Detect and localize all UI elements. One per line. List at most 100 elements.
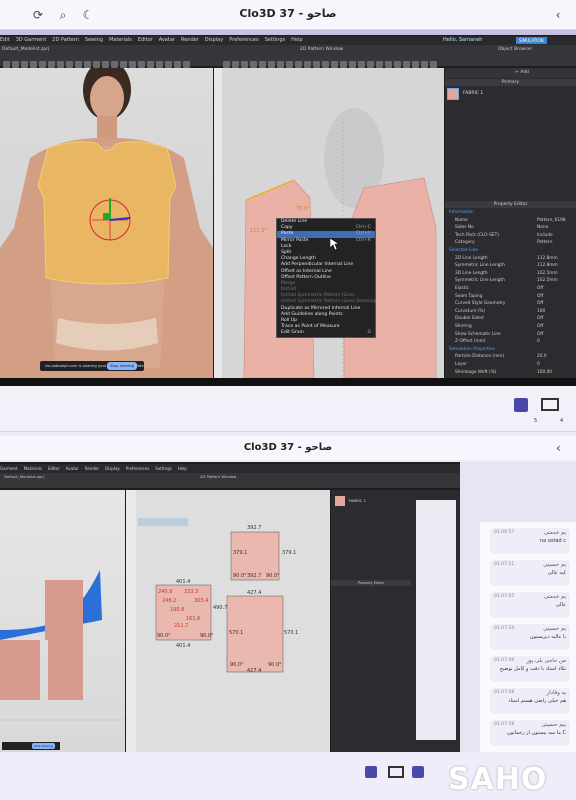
context-item-18[interactable]: Edit Grain G bbox=[277, 330, 375, 336]
property-value: 102.5mm bbox=[537, 278, 558, 284]
dim-top-small-e: 90.0° bbox=[233, 573, 247, 579]
menu-item-11[interactable]: Help bbox=[291, 37, 302, 43]
property-row[interactable]: Seam Taping Off bbox=[445, 293, 576, 300]
chevron-left-icon[interactable]: ‹ bbox=[556, 441, 561, 455]
2d-pattern-window[interactable]: 70.0° 111.3° Delete Line Copy Ctrl+C Paste C… bbox=[214, 68, 444, 378]
property-row[interactable]: Particle Distance (mm) 20.0 bbox=[445, 353, 576, 360]
stop-sharing-button-small[interactable]: Stop sharing bbox=[32, 743, 55, 749]
menu-item-small-3[interactable]: Avatar bbox=[66, 466, 79, 471]
property-row[interactable]: Category Pattern bbox=[445, 239, 576, 246]
menu-item-10[interactable]: Settings bbox=[265, 37, 286, 43]
dim-left-h: 161.6 bbox=[186, 616, 201, 622]
share-banner-small: Stop sharing bbox=[2, 742, 60, 750]
dim-left-a: 401.4 bbox=[176, 579, 191, 585]
menu-item-small-8[interactable]: Help bbox=[178, 466, 187, 471]
fabric-item-small[interactable]: FABRIC 1 bbox=[349, 498, 366, 503]
chat-sender: یم حسینی bbox=[543, 626, 566, 632]
menu-item-7[interactable]: Render bbox=[181, 37, 199, 43]
chat-sender: یم حسینی bbox=[543, 562, 566, 568]
taskbar-count-a: 5 bbox=[534, 418, 538, 424]
property-key: Symmetric Line Length bbox=[455, 278, 505, 284]
chat-message: من حاجی بلی پور 01:07:06 نکاد استاد با دقت… bbox=[490, 656, 570, 682]
pattern-window-title-small: 2D Pattern Window bbox=[200, 474, 237, 479]
fabric-item[interactable]: FABRIC 1 bbox=[463, 91, 483, 96]
meeting-taskbar: 5 4 bbox=[0, 386, 576, 432]
property-row[interactable]: Curved Style Geometry Off bbox=[445, 300, 576, 307]
property-row[interactable]: 3D Line Length 102.5mm bbox=[445, 270, 576, 277]
chevron-left-icon[interactable]: ‹ bbox=[550, 7, 566, 23]
menu-item-small-2[interactable]: Editor bbox=[48, 466, 60, 471]
property-key: Information bbox=[449, 210, 474, 215]
context-menu[interactable]: Delete Line Copy Ctrl+C Paste Ctrl+V Mirror P… bbox=[276, 218, 376, 338]
property-row[interactable]: Name Pattern_6198 bbox=[445, 217, 576, 224]
chat-sender: یم خدمتی bbox=[544, 530, 566, 536]
menu-item-2[interactable]: 2D Pattern bbox=[52, 37, 79, 43]
add-button[interactable]: + Add bbox=[445, 68, 576, 78]
app-logo-icon[interactable] bbox=[514, 398, 528, 412]
property-row[interactable]: Show Schematic Line Off bbox=[445, 331, 576, 338]
menu-item-5[interactable]: Editor bbox=[138, 37, 153, 43]
property-row[interactable]: Shrinkage Weft (%) 100.00 bbox=[445, 369, 576, 376]
dim-br-f: 90.0° bbox=[268, 662, 282, 668]
menu-item-8[interactable]: Display bbox=[205, 37, 223, 43]
property-key: Seam Taping bbox=[455, 293, 483, 299]
simulation-badge[interactable]: SIMULATION bbox=[516, 37, 547, 44]
context-item-label: Copy bbox=[281, 225, 293, 231]
menu-item-1[interactable]: 3D Garment bbox=[16, 37, 47, 43]
property-row[interactable]: Sides No None bbox=[445, 224, 576, 231]
property-row[interactable]: Curvature (%) 100 bbox=[445, 308, 576, 315]
property-row[interactable]: Z-Offset (mm) 0 bbox=[445, 338, 576, 345]
menu-item-small-6[interactable]: Preferences bbox=[126, 466, 150, 471]
property-row[interactable]: 2D Line Length 112.8mm bbox=[445, 255, 576, 262]
property-value: Off bbox=[537, 293, 544, 299]
3d-garment-window[interactable]: clo.zaboolpt.com is sharing your screen.… bbox=[0, 68, 213, 378]
chat-time: 01:07:24 bbox=[494, 626, 515, 631]
menu-item-small-0[interactable]: Garment bbox=[0, 466, 18, 471]
tab-3d-file-small[interactable]: Default_Modelist.zprj bbox=[4, 474, 44, 479]
fabric-swatch[interactable] bbox=[447, 88, 459, 100]
menu-item-small-7[interactable]: Settings bbox=[155, 466, 171, 471]
property-row[interactable]: Simulation Properties bbox=[445, 346, 576, 353]
property-row[interactable]: Elastic Off bbox=[445, 285, 576, 292]
property-row[interactable]: Information bbox=[445, 209, 576, 216]
2d-window-small[interactable]: 392.7 379.1 379.1 392.7 90.0° 90.0° 427.… bbox=[126, 490, 330, 752]
dim-left-b: 240.9 bbox=[158, 589, 173, 595]
chat-text: na ostad c bbox=[539, 538, 566, 544]
property-row[interactable]: Symmetric Line Length 102.5mm bbox=[445, 277, 576, 284]
context-item-label: Duplicate as Mirrored Internal Line bbox=[281, 305, 361, 311]
menu-item-small-1[interactable]: Materials bbox=[24, 466, 42, 471]
app-logo-icon-b[interactable] bbox=[365, 766, 377, 778]
menu-item-9[interactable]: Preferences bbox=[229, 37, 258, 43]
stop-sharing-button[interactable]: Stop sharing bbox=[107, 362, 137, 370]
dim-left-c: 233.3 bbox=[184, 589, 199, 595]
3d-window-small[interactable]: Stop sharing bbox=[0, 490, 125, 752]
hide-button[interactable]: Hide bbox=[135, 361, 144, 371]
chat-text: نکاد استاد با دقت و کامل توضیح bbox=[499, 666, 566, 672]
property-row[interactable]: Symmetric Line Length 112.8mm bbox=[445, 262, 576, 269]
property-row[interactable]: Shirring Off bbox=[445, 323, 576, 330]
monitor-icon[interactable] bbox=[541, 398, 559, 411]
property-row[interactable]: Tech Pack (CLO-SET) Include bbox=[445, 232, 576, 239]
context-item-label: Mirror Paste bbox=[281, 237, 309, 243]
dim-left-i: 211.7 bbox=[174, 623, 189, 629]
icon-column[interactable] bbox=[416, 500, 456, 740]
menu-item-small-4[interactable]: Render bbox=[85, 466, 99, 471]
menu-item-4[interactable]: Materials bbox=[109, 37, 132, 43]
property-key: Symmetric Line Length bbox=[455, 263, 505, 269]
menu-item-0[interactable]: Edit bbox=[0, 37, 10, 43]
monitor-icon-b[interactable] bbox=[388, 766, 404, 778]
menu-item-3[interactable]: Sewing bbox=[85, 37, 103, 43]
app-logo-icon-c[interactable] bbox=[412, 766, 424, 778]
fabric-swatch-small[interactable] bbox=[335, 496, 345, 506]
menu-item-small-5[interactable]: Display bbox=[105, 466, 120, 471]
clo-window-small: Garment Materials Editor Avatar Render Displa… bbox=[0, 462, 460, 752]
chat-panel: یم خدمتی 01:06:57 na ostad c یم حسینی 01:07:… bbox=[480, 522, 576, 752]
menu-item-6[interactable]: Avatar bbox=[159, 37, 175, 43]
mouse-cursor-icon bbox=[330, 238, 340, 250]
dim-br-c: 570.1 bbox=[284, 630, 299, 636]
tab-3d-file[interactable]: Default_Modelist.zprj bbox=[2, 47, 49, 52]
property-row[interactable]: Double Sided Off bbox=[445, 315, 576, 322]
object-browser-title: Object Browser bbox=[498, 47, 533, 52]
property-row[interactable]: Layer 0 bbox=[445, 361, 576, 368]
property-row[interactable]: Selected Line bbox=[445, 247, 576, 254]
